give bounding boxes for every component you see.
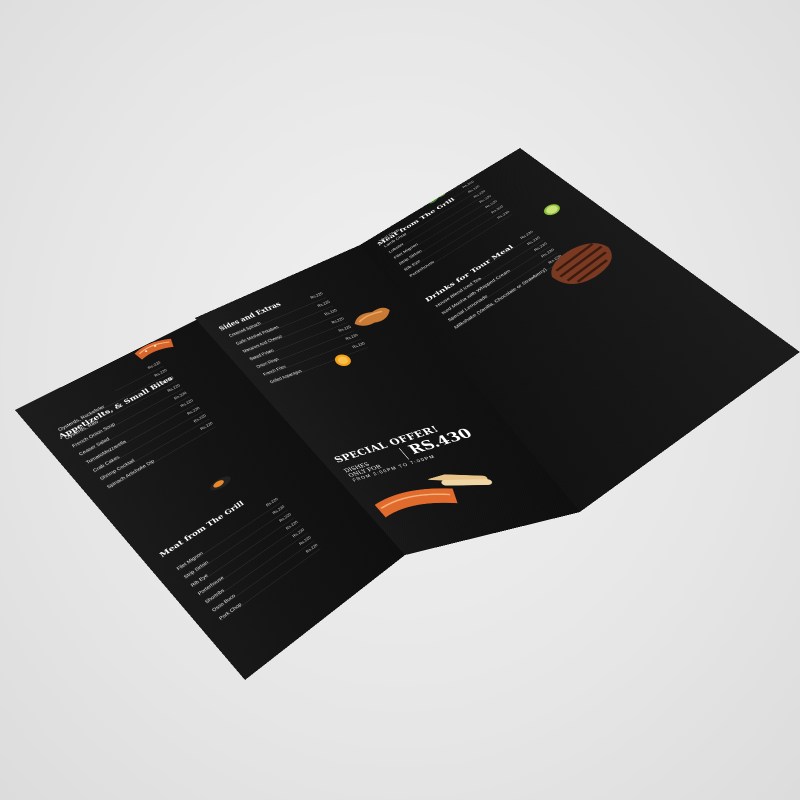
steak-image [533, 231, 629, 300]
lime-image [539, 201, 564, 218]
sides-list: Creamed Spinach Rs.220 Garlic Mashed Potat… [226, 291, 370, 385]
mussel-image [206, 472, 235, 495]
brochure-mockup: Appetizelts, & Small Bites Rs.220 Oysterd… [0, 0, 800, 800]
menu-item-price: Rs.220 [265, 497, 279, 507]
appetizers-list: Rs.220 Oysterds, Rockefeler Rs.220 Oysterds… [48, 361, 218, 492]
chicken-wing-image [346, 301, 399, 333]
offer-divider [399, 448, 410, 460]
grill-list-left: Filet Mignon Rs.220 Strip Sirloin Rs.220 Rib… [173, 497, 322, 623]
